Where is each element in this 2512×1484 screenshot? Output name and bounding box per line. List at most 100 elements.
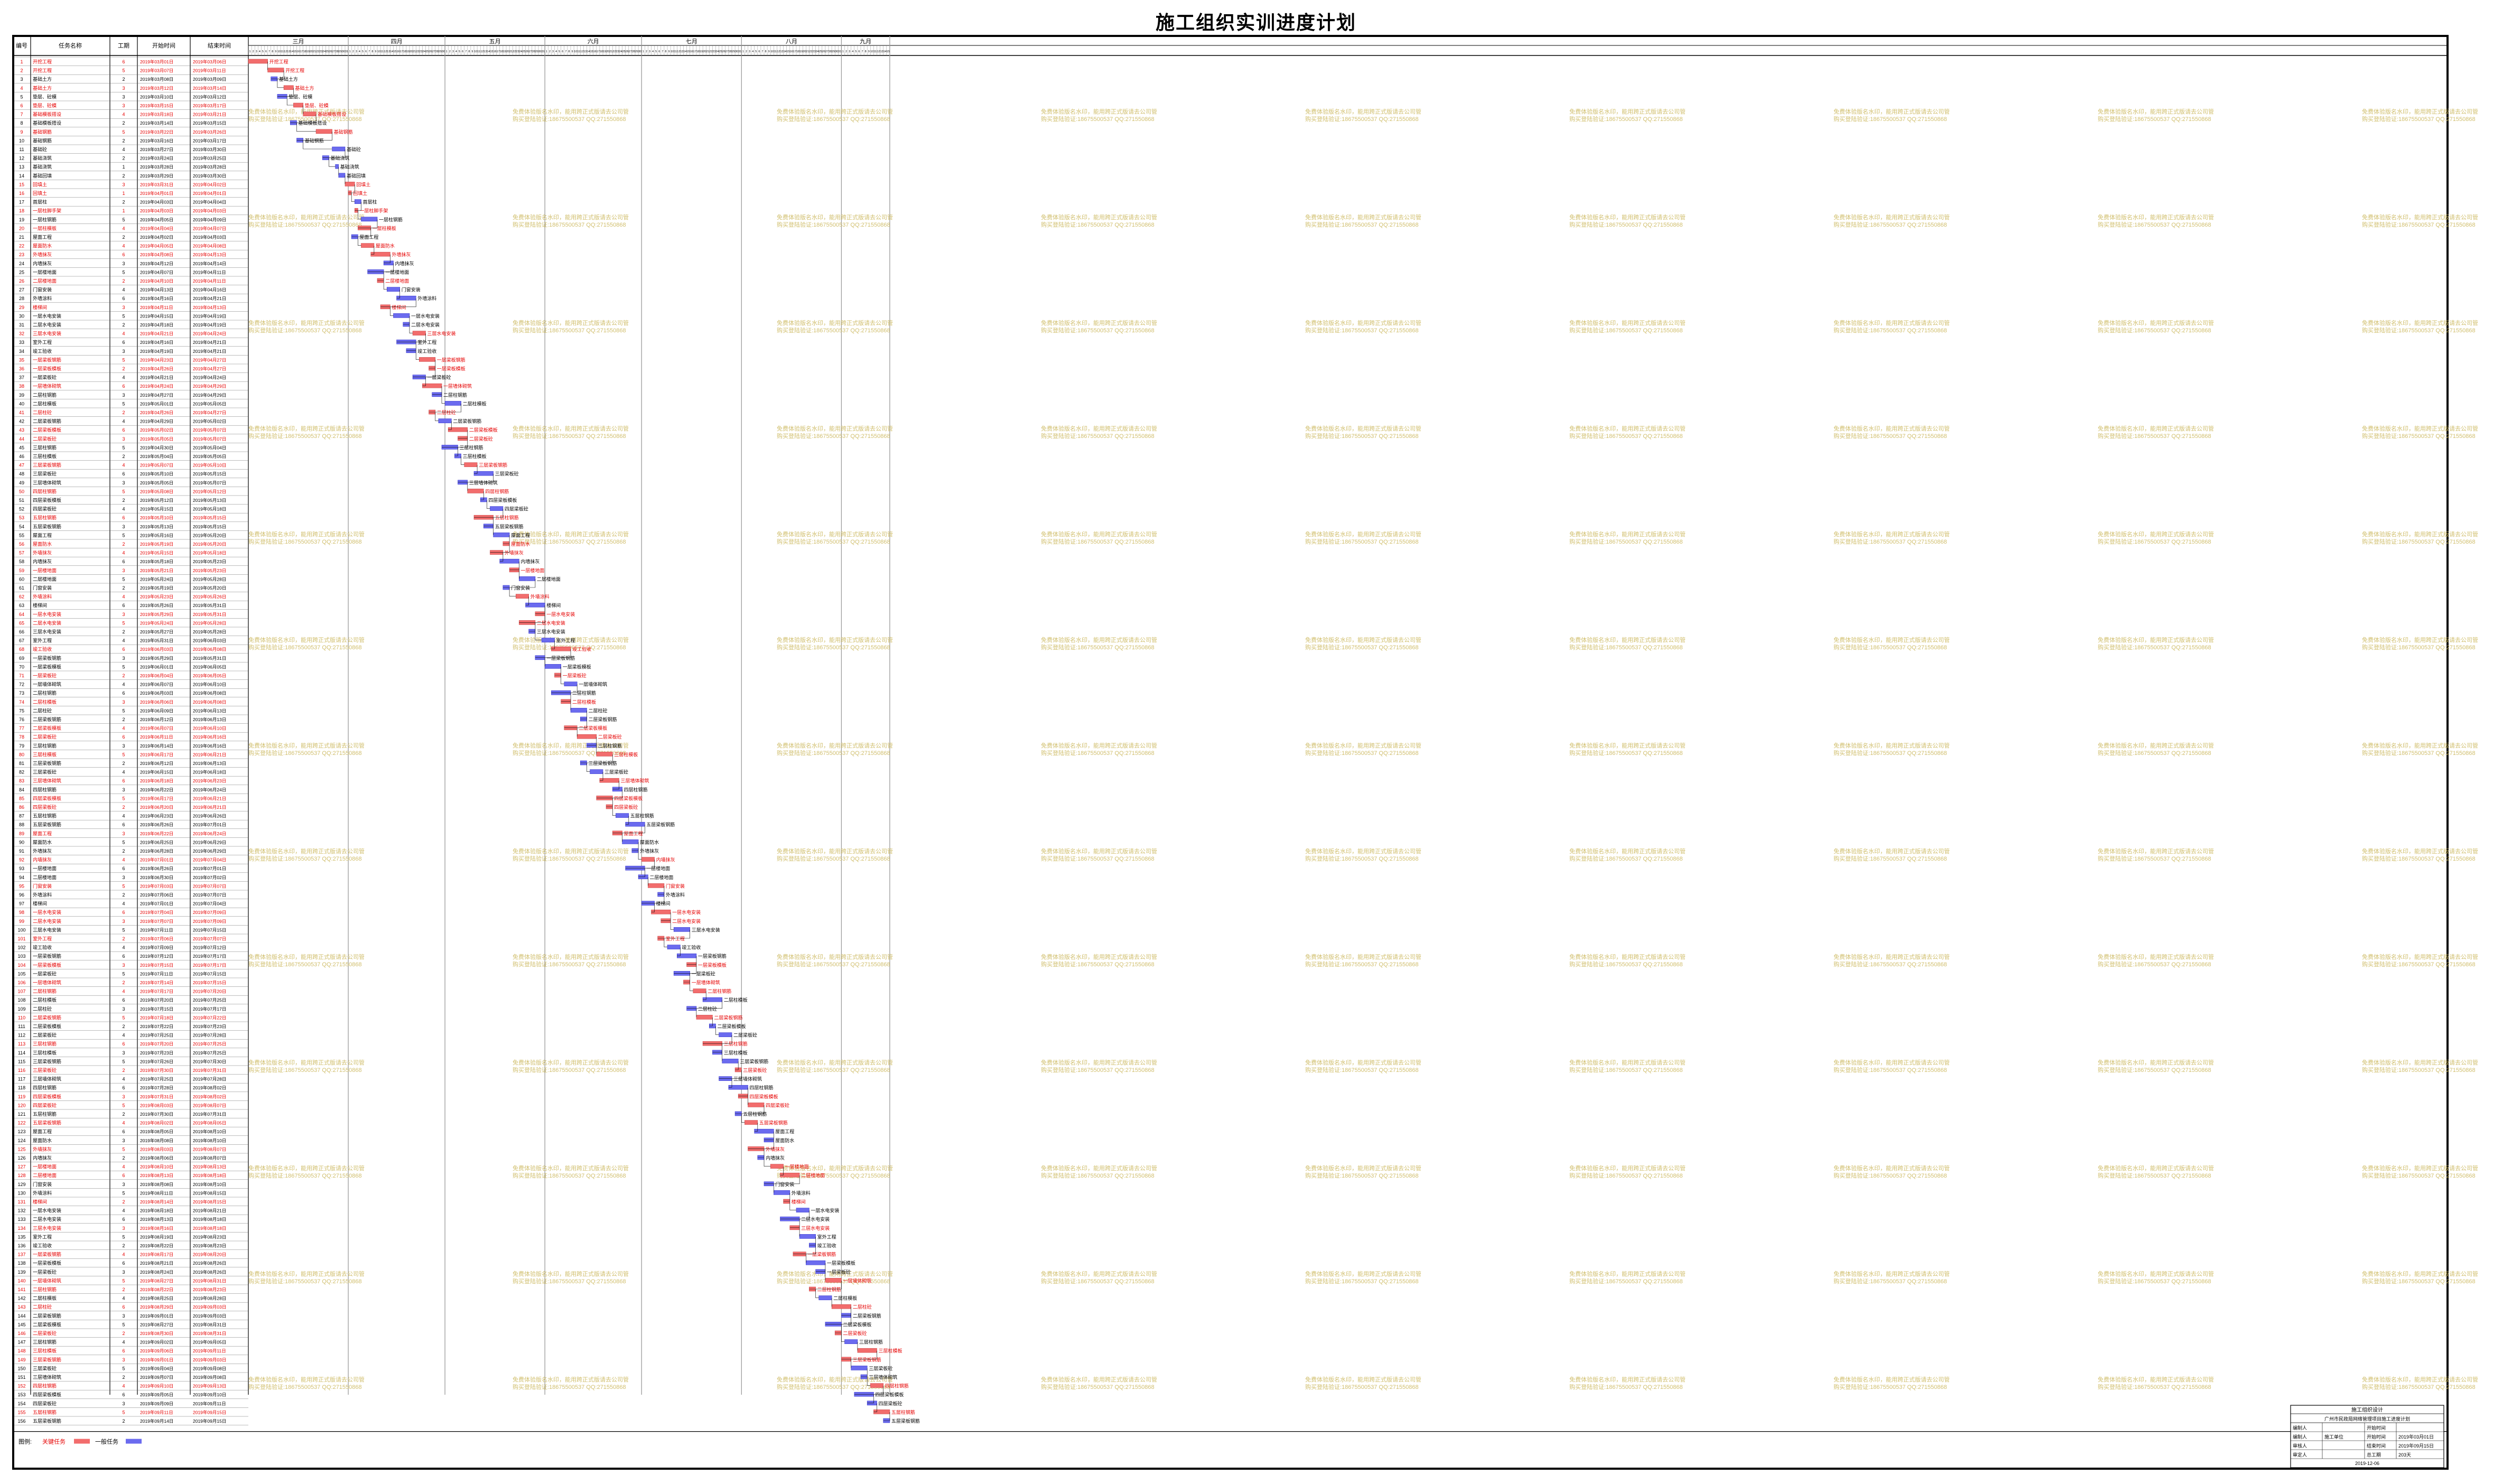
gantt-bar <box>745 1120 758 1125</box>
title-block-heading: 施工组织设计 <box>2351 1406 2383 1413</box>
task-duration: 6 <box>122 822 125 827</box>
gantt-bar-label: 一层柱模板 <box>373 225 396 231</box>
gantt-bar <box>844 1339 858 1344</box>
task-start: 2019年08月06日 <box>140 1155 173 1161</box>
gantt-bar-label: 五层柱钢筋 <box>891 1409 915 1415</box>
task-duration: 6 <box>122 252 125 257</box>
watermark-line: 购买登陆验证:18675500537 QQ:271550868 <box>1834 960 1947 968</box>
watermark-line: 购买登陆验证:18675500537 QQ:271550868 <box>1305 960 1419 968</box>
task-end: 2019年04月29日 <box>193 393 226 398</box>
task-start: 2019年09月06日 <box>140 1348 173 1354</box>
task-end: 2019年09月11日 <box>193 1348 226 1354</box>
task-id: 47 <box>19 463 24 468</box>
task-id: 41 <box>19 410 24 415</box>
task-start: 2019年09月07日 <box>140 1375 173 1380</box>
task-id: 97 <box>19 901 24 907</box>
task-duration: 5 <box>122 1103 125 1108</box>
task-end: 2019年06月10日 <box>193 726 226 731</box>
watermark-line: 购买登陆验证:18675500537 QQ:271550868 <box>777 221 890 228</box>
task-duration: 4 <box>122 463 125 468</box>
task-end: 2019年04月27日 <box>193 357 226 362</box>
task-end: 2019年07月17日 <box>193 1006 226 1012</box>
task-duration: 2 <box>122 1243 125 1248</box>
watermark-line: 免费体验版名水印，能用跨正式版请去公司管 <box>2362 1164 2478 1172</box>
task-name: 二层柱模板 <box>33 400 57 406</box>
task-duration: 2 <box>122 1112 125 1117</box>
task-end: 2019年06月24日 <box>193 787 226 792</box>
task-duration: 4 <box>122 1121 125 1126</box>
task-id: 120 <box>17 1103 25 1108</box>
gantt-bar-label: 二层水电安装 <box>537 620 565 626</box>
task-start: 2019年05月02日 <box>140 427 173 433</box>
gantt-bar <box>438 418 452 423</box>
task-id: 71 <box>19 673 24 678</box>
gantt-bar <box>293 102 304 108</box>
task-id: 9 <box>20 129 23 135</box>
gantt-bar <box>570 708 587 713</box>
watermark-line: 购买登陆验证:18675500537 QQ:271550868 <box>1569 1172 1683 1179</box>
task-duration: 1 <box>122 208 125 213</box>
task-end: 2019年06月13日 <box>193 717 226 722</box>
watermark-line: 购买登陆验证:18675500537 QQ:271550868 <box>777 855 890 862</box>
gantt-bar-label: 屋面防水 <box>376 243 395 249</box>
day-label: 8 <box>765 50 767 53</box>
task-id: 48 <box>19 471 24 477</box>
task-id: 143 <box>17 1304 25 1310</box>
task-start: 2019年05月12日 <box>140 498 173 503</box>
task-name: 三层水电安装 <box>33 629 61 634</box>
gantt-bar-label: 外墙抹灰 <box>505 550 524 556</box>
task-start: 2019年04月13日 <box>140 287 173 293</box>
watermark-line: 购买登陆验证:18675500537 QQ:271550868 <box>1569 538 1683 545</box>
task-start: 2019年08月08日 <box>140 1138 173 1143</box>
gantt-bar-label: 四层梁板模板 <box>614 795 643 801</box>
task-duration: 5 <box>122 445 125 450</box>
gantt-bar-label: 四层梁板砼 <box>614 804 638 810</box>
day-label: 11 <box>281 50 284 53</box>
task-name: 外墙抹灰 <box>33 251 52 257</box>
watermark-line: 购买登陆验证:18675500537 QQ:271550868 <box>2098 326 2211 334</box>
task-name: 二层柱钢筋 <box>33 690 57 696</box>
watermark-line: 免费体验版名水印，能用跨正式版请去公司管 <box>1569 319 1686 326</box>
task-id: 135 <box>17 1234 25 1239</box>
task-start: 2019年07月14日 <box>140 980 173 985</box>
task-id: 106 <box>17 980 25 985</box>
task-name: 二层水电安装 <box>33 322 61 328</box>
task-duration: 6 <box>122 296 125 301</box>
gantt-bar-label: 室外工程 <box>417 339 436 345</box>
day-label: 6 <box>462 50 463 53</box>
task-id: 32 <box>19 331 24 337</box>
watermark-line: 免费体验版名水印，能用跨正式版请去公司管 <box>1834 530 1950 538</box>
task-start: 2019年06月07日 <box>140 682 173 687</box>
task-end: 2019年06月16日 <box>193 734 226 740</box>
task-duration: 6 <box>122 1261 125 1266</box>
gantt-bar-label: 二层梁板砼 <box>469 436 493 442</box>
task-start: 2019年05月21日 <box>140 568 173 573</box>
day-label: 10 <box>474 50 477 53</box>
watermark-line: 购买登陆验证:18675500537 QQ:271550868 <box>2098 643 2211 651</box>
task-id: 90 <box>19 839 24 845</box>
task-end: 2019年09月08日 <box>193 1366 226 1371</box>
task-end: 2019年05月23日 <box>193 559 226 564</box>
task-duration: 5 <box>122 620 125 626</box>
task-duration: 5 <box>122 217 125 222</box>
gantt-bar <box>596 752 613 757</box>
task-name: 一层梁板钢筋 <box>33 1252 61 1257</box>
gantt-bar-label: 外墙涂料 <box>792 1190 811 1196</box>
task-duration: 2 <box>122 1199 125 1205</box>
watermark-line: 购买登陆验证:18675500537 QQ:271550868 <box>1305 538 1419 545</box>
task-id: 45 <box>19 445 24 450</box>
task-duration: 5 <box>122 1278 125 1283</box>
watermark-line: 购买登陆验证:18675500537 QQ:271550868 <box>1041 432 1155 440</box>
watermark-line: 免费体验版名水印，能用跨正式版请去公司管 <box>1041 1164 1157 1172</box>
task-id: 10 <box>19 138 24 143</box>
gantt-bar-label: 基础土方 <box>295 85 314 91</box>
task-end: 2019年03月30日 <box>193 173 226 179</box>
task-id: 7 <box>20 112 23 117</box>
task-duration: 6 <box>122 1041 125 1047</box>
task-start: 2019年05月19日 <box>140 585 173 591</box>
task-name: 基础钢筋 <box>33 137 52 143</box>
watermark-line: 免费体验版名水印，能用跨正式版请去公司管 <box>2098 742 2214 749</box>
task-name: 一层柱模板 <box>33 225 57 231</box>
gantt-bar-label: 五层梁板钢筋 <box>891 1418 920 1424</box>
gantt-bar-label: 楼梯间 <box>546 602 561 608</box>
